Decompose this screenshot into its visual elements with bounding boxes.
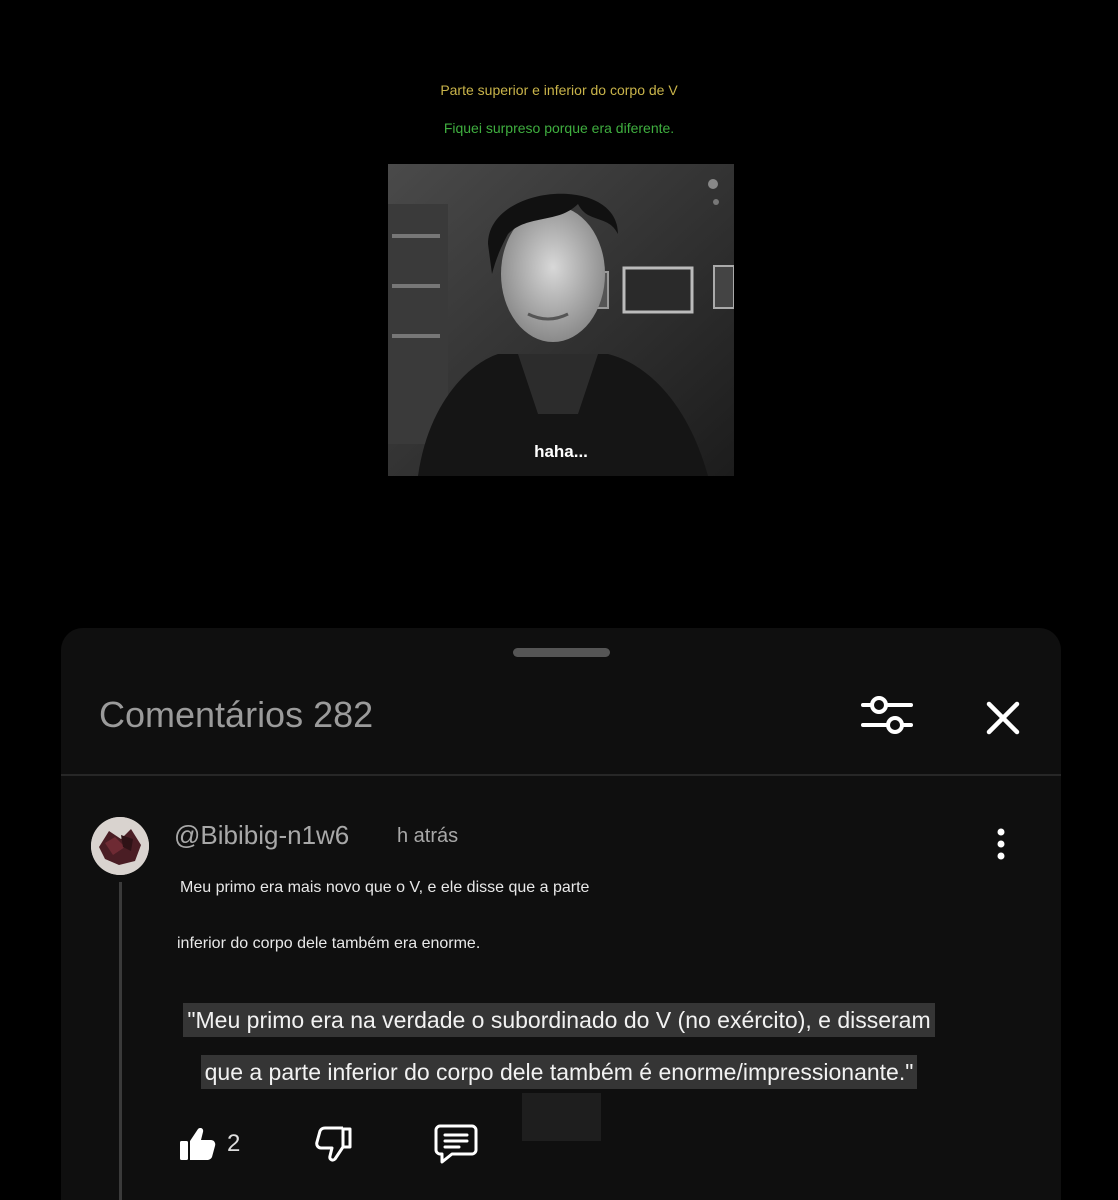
avatar[interactable]: [91, 817, 149, 875]
screen: Parte superior e inferior do corpo de V …: [0, 0, 1118, 1200]
sliders-icon: [861, 696, 913, 734]
video-caption-top: Parte superior e inferior do corpo de V: [440, 82, 678, 98]
more-vertical-icon: [997, 828, 1005, 860]
thumbs-down-icon: [315, 1126, 352, 1162]
video-caption-bottom: Fiquei surpreso porque era diferente.: [443, 120, 675, 136]
close-icon: [986, 701, 1020, 735]
close-button[interactable]: [979, 694, 1027, 742]
comment-icon: [434, 1124, 478, 1164]
drag-handle[interactable]: [513, 648, 610, 657]
translation-line-2: que a parte inferior do corpo dele també…: [200, 1055, 918, 1089]
like-button[interactable]: [178, 1124, 218, 1164]
translation-caption: "Meu primo era na verdade o subordinado …: [149, 994, 969, 1098]
avatar-image: [91, 817, 149, 875]
more-options-button[interactable]: [989, 826, 1013, 862]
comment-text-line-2: inferior do corpo dele também era enorme…: [177, 935, 481, 952]
translation-line-1: "Meu primo era na verdade o subordinado …: [183, 1003, 935, 1037]
redaction-box: [522, 1093, 601, 1141]
like-count: 2: [227, 1130, 241, 1157]
dislike-button[interactable]: [313, 1124, 353, 1164]
comments-sheet: Comentários 282 @Bibibig-n1w6 h atrás Me…: [61, 628, 1061, 1200]
reply-button[interactable]: [434, 1122, 478, 1164]
comment-text-line-1: Meu primo era mais novo que o V, e ele d…: [180, 879, 590, 896]
video-thumbnail[interactable]: haha...: [388, 164, 734, 476]
video-subtitle: haha...: [534, 442, 588, 461]
comments-title: Comentários 282: [99, 694, 374, 735]
thumbs-up-icon: [180, 1128, 216, 1160]
thread-line: [119, 882, 122, 1200]
comment-author[interactable]: @Bibibig-n1w6: [174, 820, 349, 851]
video-frame-image: [388, 164, 734, 476]
comment-timestamp: h atrás: [397, 825, 459, 847]
header-divider: [61, 774, 1061, 776]
filter-button[interactable]: [859, 690, 915, 740]
